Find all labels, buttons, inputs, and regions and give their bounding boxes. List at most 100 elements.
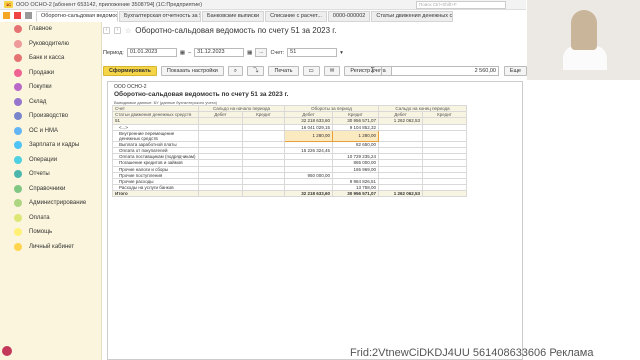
cell-d2[interactable]: 32 218 633,60 — [284, 190, 333, 198]
cell-c1[interactable] — [242, 190, 285, 198]
form-report-button[interactable]: Сформировать — [103, 66, 157, 76]
person-head — [571, 10, 597, 50]
total-row[interactable]: Итого 32 218 633,60 30 956 571,07 1 262 062… — [112, 190, 467, 198]
section-icon — [14, 97, 22, 106]
webcam-overlay — [527, 0, 640, 80]
open-tabs: Оборотно-сальдовая ведомость Бухгалтерск… — [36, 11, 526, 22]
sidebar-item-label: Оплата — [29, 214, 50, 221]
section-icon — [14, 155, 22, 164]
sidebar-item[interactable]: Продажи — [0, 66, 101, 81]
section-icon — [14, 83, 22, 92]
more-button[interactable]: Еще — [503, 66, 527, 76]
period-label: Период: — [103, 49, 124, 56]
sidebar-item-label: Операции — [29, 156, 58, 163]
sidebar-item[interactable]: Помощь — [0, 225, 101, 240]
sidebar-item-label: Отчеты — [29, 171, 50, 178]
sidebar-item-label: Зарплата и кадры — [29, 142, 80, 149]
search-icon[interactable]: ⌕ — [227, 66, 243, 76]
sidebar-item-label: Продажи — [29, 69, 55, 76]
save-icon[interactable]: ▭ — [302, 66, 320, 76]
cell-c3[interactable] — [422, 129, 467, 142]
cell-c2[interactable]: 30 956 571,07 — [332, 190, 379, 198]
sidebar-item-label: Покупки — [29, 84, 52, 91]
cell-d2[interactable]: 1 280,00 — [284, 129, 333, 142]
table-row[interactable]: Внутренние перемещение денежных средств 1… — [112, 129, 467, 142]
date-to-input[interactable]: 31.12.2023 — [194, 48, 245, 57]
cell-d1[interactable] — [198, 190, 243, 198]
home-icon[interactable] — [14, 12, 21, 19]
sidebar-item[interactable]: Отчеты — [0, 167, 101, 182]
sidebar-item[interactable]: Банк и касса — [0, 51, 101, 66]
1c-logo-icon: 1С — [4, 1, 13, 8]
cell-d1[interactable] — [198, 129, 243, 142]
window-title: ООО ОСНО-2 [абонент 653142, приложение 3… — [16, 1, 203, 8]
sum-field: 2 560,00 — [381, 66, 499, 76]
period-select-button[interactable]: ... — [255, 48, 268, 57]
cell-d3[interactable] — [378, 129, 423, 142]
sidebar-item[interactable]: Администрирование — [0, 196, 101, 211]
sidebar-item[interactable]: Зарплата и кадры — [0, 138, 101, 153]
sidebar-item[interactable]: Руководителю — [0, 37, 101, 52]
grid-icon[interactable] — [3, 12, 10, 19]
sidebar-item[interactable]: Операции — [0, 153, 101, 168]
osv-table: Счет Сальдо на начало периода Обороты за… — [112, 104, 467, 198]
sidebar-item-label: Склад — [29, 98, 47, 105]
report-sheet[interactable]: ООО ОСНО-2 Оборотно-сальдовая ведомость … — [107, 81, 523, 360]
send-icon[interactable]: ✉ — [323, 66, 341, 76]
sidebar-item[interactable]: Личный кабинет — [0, 240, 101, 255]
sidebar-item[interactable]: Оплата — [0, 211, 101, 226]
tab-document[interactable]: 0000-000002 — [327, 11, 371, 22]
sidebar-item-label: Банк и касса — [29, 55, 65, 62]
section-icon — [14, 184, 22, 193]
show-settings-button[interactable]: Показать настройки — [160, 66, 224, 76]
sidebar-item-label: Личный кабинет — [29, 243, 75, 250]
cell-c3[interactable] — [422, 190, 467, 198]
favorite-star-icon[interactable]: ☆ — [125, 27, 131, 35]
report-org: ООО ОСНО-2 — [114, 84, 147, 90]
cell-c2[interactable]: 1 280,00 — [332, 129, 379, 142]
quick-toolbar — [3, 12, 32, 19]
sidebar-item-label: Главное — [29, 26, 52, 33]
period-row: Период: 01.01.2023 ▦ – 31.12.2023 ▦ ... … — [103, 48, 343, 57]
report-title: Оборотно-сальдовая ведомость по счету 51… — [114, 91, 289, 98]
sidebar-item[interactable]: Производство — [0, 109, 101, 124]
window-titlebar: 1С ООО ОСНО-2 [абонент 653142, приложени… — [0, 0, 526, 10]
sidebar-item[interactable]: Главное — [0, 22, 101, 37]
section-icon — [14, 213, 22, 222]
print-button[interactable]: Печать — [268, 66, 299, 76]
history-icon[interactable] — [25, 12, 32, 19]
cell-d3[interactable]: 1 262 062,53 — [378, 190, 423, 198]
calendar-icon[interactable]: ▦ — [247, 50, 252, 56]
sidebar-item-label: Справочники — [29, 185, 66, 192]
sidebar-item-label: ОС и НМА — [29, 127, 59, 134]
sidebar-item[interactable]: Справочники — [0, 182, 101, 197]
account-input[interactable]: 51 — [287, 48, 338, 57]
date-from-input[interactable]: 01.01.2023 — [126, 48, 177, 57]
tab-bank-vypiski[interactable]: Банковские выписки — [202, 11, 265, 22]
cell-c1[interactable] — [242, 129, 285, 142]
cell-name[interactable]: Оплата поставщикам (подрядчикам) — [112, 153, 199, 161]
sidebar-item-label: Помощь — [29, 229, 53, 236]
record-indicator-icon — [2, 346, 12, 356]
chevron-down-icon[interactable]: ▾ — [340, 50, 343, 56]
forward-button[interactable]: › — [114, 27, 121, 34]
tab-spisanie[interactable]: Списание с расчет... — [265, 11, 327, 22]
sidebar-item[interactable]: Покупки — [0, 80, 101, 95]
back-button[interactable]: ‹ — [103, 27, 110, 34]
section-icon — [14, 112, 22, 121]
section-icon — [14, 39, 22, 48]
sidebar-item[interactable]: Склад — [0, 95, 101, 110]
section-icon — [14, 54, 22, 63]
find-next-icon[interactable]: ⤵ — [246, 66, 265, 76]
global-search-input[interactable]: Поиск Ctrl+Shift+F — [416, 1, 506, 9]
toolbar: Сформировать Показать настройки ⌕ ⤵ Печа… — [103, 66, 529, 76]
cell-name[interactable]: Итого — [112, 190, 199, 198]
tab-stati-dvizheniya[interactable]: Статьи движения денежных сре — [371, 11, 454, 22]
sidebar-item[interactable]: ОС и НМА — [0, 124, 101, 139]
sidebar-item-label: Производство — [29, 113, 69, 120]
calendar-icon[interactable]: ▦ — [180, 50, 185, 56]
tab-buh-otchetnost[interactable]: Бухгалтерская отчетность за Ян — [119, 11, 201, 22]
tab-osv[interactable]: Оборотно-сальдовая ведомость — [36, 11, 118, 22]
cell-name[interactable]: Внутренние перемещение денежных средств — [112, 129, 199, 142]
doc-header: ‹ › ☆ Оборотно-сальдовая ведомость по сч… — [103, 26, 336, 35]
